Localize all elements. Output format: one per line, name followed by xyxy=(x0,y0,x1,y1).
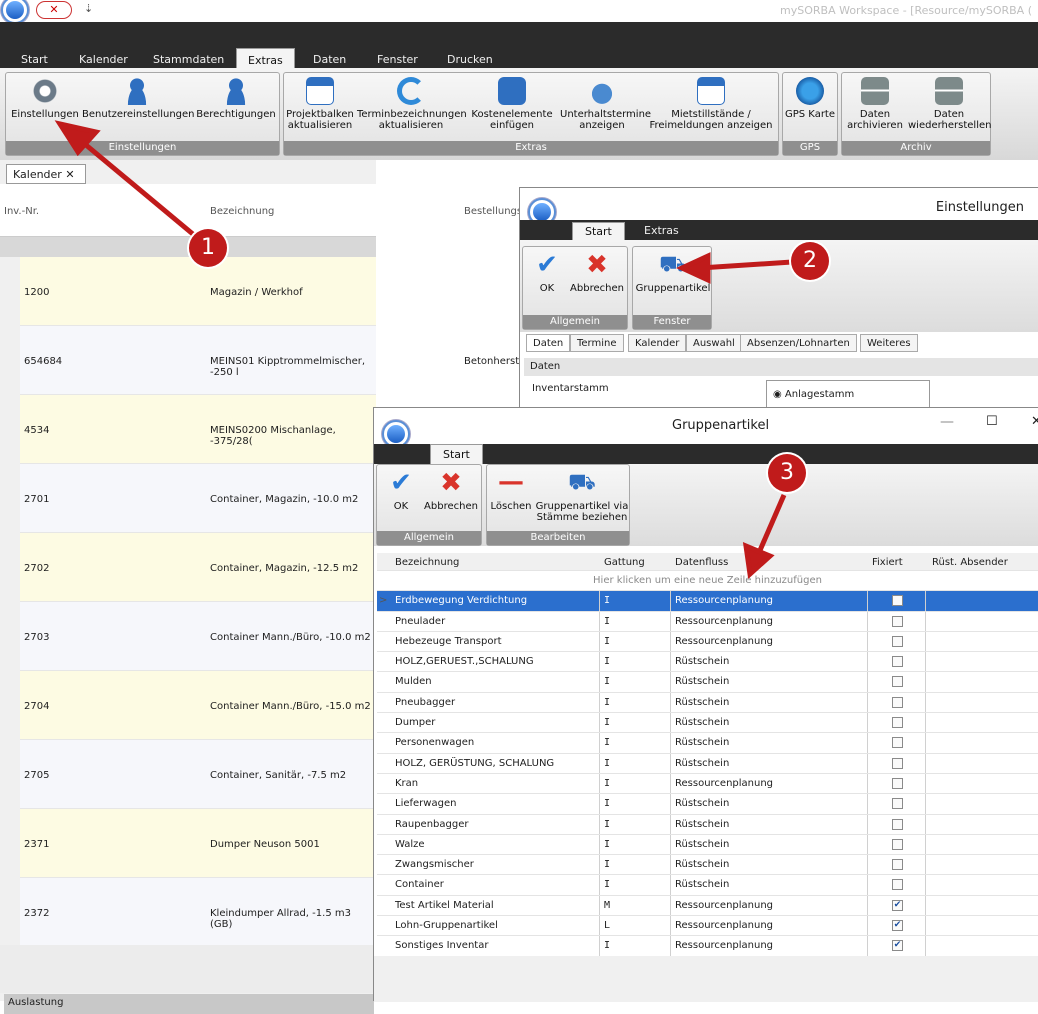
callout-3: 3 xyxy=(768,454,806,492)
arrow-2 xyxy=(699,259,793,271)
arrow-1 xyxy=(78,138,202,242)
annotation-arrows xyxy=(54,120,793,579)
arrowhead-3 xyxy=(742,542,775,579)
callout-1: 1 xyxy=(189,229,227,267)
callout-2: 2 xyxy=(791,242,829,280)
arrow-3 xyxy=(755,494,787,556)
arrowhead-2 xyxy=(676,252,711,284)
